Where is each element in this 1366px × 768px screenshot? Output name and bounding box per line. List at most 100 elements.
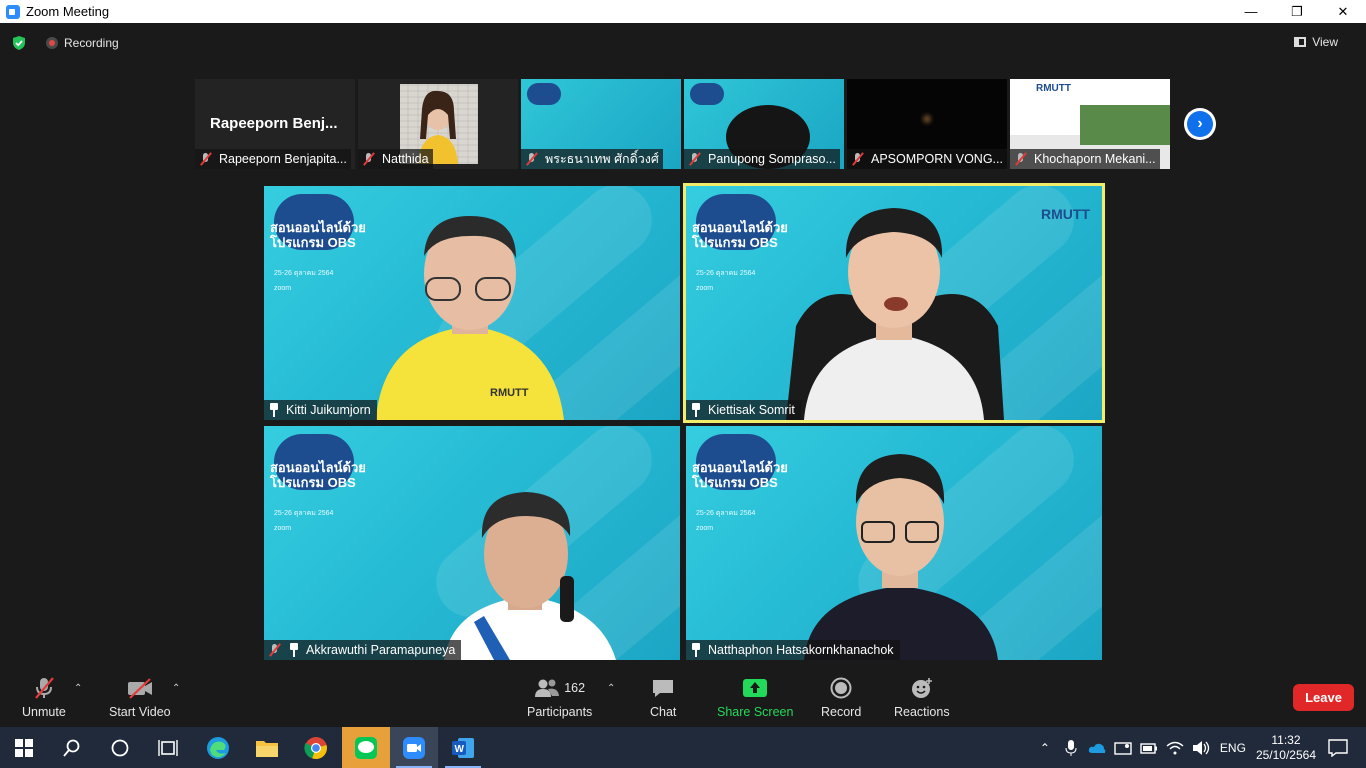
participant-video-kiettisak [786,208,1004,420]
microphone-tray-icon[interactable] [1064,739,1078,756]
participant-video-akkrawuthi [444,492,616,660]
edge-browser-icon [207,736,229,759]
share-screen-button[interactable]: Share Screen [717,675,793,719]
video-tile[interactable]: สอนออนไลน์ด้วย โปรแกรม OBS 25-26 ตุลาคม 2… [264,426,680,660]
video-options-caret[interactable]: ⌃ [172,683,180,694]
next-page-button[interactable]: › [1184,108,1216,140]
video-off-icon [127,678,152,699]
participant-name: Natthaphon Hatsakornkhanachok [708,643,894,657]
restore-button[interactable]: ❐ [1274,0,1320,23]
meeting-area: Recording View Rapeeporn Benj... Rapeepo… [0,23,1366,727]
shirt-brand: RMUTT [490,387,529,399]
security-shield-icon[interactable] [11,35,27,51]
chrome-taskbar-button[interactable] [292,727,340,768]
video-tile[interactable]: สอนออนไลน์ด้วย โปรแกรม OBS 25-26 ตุลาคม 2… [264,186,680,420]
tile-label: Natthaphon Hatsakornkhanachok [686,640,900,660]
chat-label: Chat [650,705,677,719]
muted-mic-icon [362,152,376,166]
volume-icon[interactable] [1192,740,1210,756]
cortana-button[interactable] [96,727,144,768]
window-titlebar: Zoom Meeting — ❐ ✕ [0,0,1366,23]
strip-name: Natthida [382,152,429,166]
chevron-right-icon: › [1187,111,1213,137]
pin-icon [690,643,702,657]
obs-badge-icon [527,83,561,105]
participant-video-natthaphon [804,454,998,660]
svg-text:W: W [455,744,465,755]
strip-label: Natthida [358,149,433,169]
strip-label: Rapeeporn Benjapita... [195,149,351,169]
taskbar-clock[interactable]: 11:32 25/10/2564 [1256,733,1316,763]
unmute-button[interactable]: Unmute [22,675,66,719]
participant-video-kitti: RMUTT [376,216,564,420]
participant-count: 162 [564,681,586,695]
tile-label: Kitti Juikumjorn [264,400,377,420]
participant-name: Kiettisak Somrit [708,403,795,417]
record-button[interactable]: Record [821,675,861,719]
view-grid-icon [1294,37,1307,47]
input-language[interactable]: ENG [1220,741,1246,755]
strip-tile[interactable]: Natthida [358,79,518,169]
minimize-button[interactable]: — [1228,0,1274,23]
participants-label: Participants [527,705,593,719]
strip-tile[interactable]: RMUTT Khochaporn Mekani... [1010,79,1170,169]
strip-tile[interactable]: Panupong Somprasо... [684,79,844,169]
notifications-icon[interactable] [1328,738,1348,757]
reactions-button[interactable]: Reactions [894,675,950,719]
strip-name: Khochaporn Mekani... [1034,152,1156,166]
wifi-icon[interactable] [1166,741,1184,755]
meeting-toolbar: Unmute ⌃ Start Video ⌃ 162 Participants … [0,669,1366,727]
window-title: Zoom Meeting [26,4,110,19]
zoom-taskbar-button[interactable] [390,727,438,768]
participants-button[interactable]: 162 Participants [527,675,592,719]
show-hidden-icons-chevron-up-icon[interactable]: ⌃ [1040,741,1050,755]
windows-logo-icon [15,738,33,757]
strip-tile[interactable]: Rapeeporn Benj... Rapeeporn Benjapita... [195,79,355,169]
file-explorer-taskbar-button[interactable] [243,727,291,768]
start-video-label: Start Video [109,705,171,719]
search-icon [63,739,80,757]
clock-date: 25/10/2564 [1255,747,1316,762]
system-tray: ⌃ ENG 11:32 25/10/2564 [1040,727,1366,768]
record-icon [830,677,852,699]
video-tile-active-speaker[interactable]: สอนออนไลน์ด้วย โปรแกรม OBS 25-26 ตุลาคม 2… [683,183,1105,423]
rmutt-brand: RMUTT [1036,83,1071,94]
device-tray-icon[interactable] [1114,740,1132,756]
muted-mic-icon [688,152,702,166]
muted-mic-icon [1014,152,1028,166]
strip-tile[interactable]: พระธนาเทพ ศักดิ์วงศ์ [521,79,681,169]
muted-mic-icon [199,152,213,166]
recording-indicator[interactable]: Recording [46,36,119,50]
close-button[interactable]: ✕ [1320,0,1366,23]
window-controls: — ❐ ✕ [1228,0,1366,23]
word-taskbar-button[interactable]: W [439,727,487,768]
zoom-app-icon [403,736,425,759]
battery-icon[interactable] [1140,741,1158,755]
video-tile[interactable]: สอนออนไลน์ด้วย โปรแกรม OBS 25-26 ตุลาคม 2… [686,426,1102,660]
leave-button[interactable]: Leave [1293,684,1354,711]
strip-tile[interactable]: APSOMPORN VONG... [847,79,1007,169]
strip-name: พระธนาเทพ ศักดิ์วงศ์ [545,152,659,166]
view-label: View [1312,35,1338,49]
cortana-circle-icon [111,739,129,756]
dim-light-spot [923,115,931,123]
line-taskbar-button[interactable] [342,727,390,768]
pin-icon [690,403,702,417]
start-video-button[interactable]: Start Video [109,675,171,719]
tile-label: Kiettisak Somrit [686,400,801,420]
start-button[interactable] [0,727,48,768]
audio-options-caret[interactable]: ⌃ [74,683,82,694]
share-screen-icon [743,679,768,697]
search-button[interactable] [48,727,96,768]
chat-icon [653,680,674,697]
participant-strip: Rapeeporn Benj... Rapeeporn Benjapita...… [195,79,1170,169]
onedrive-cloud-icon[interactable] [1088,742,1106,754]
task-view-button[interactable] [144,727,192,768]
participants-options-caret[interactable]: ⌃ [607,683,615,694]
view-button[interactable]: View [1294,35,1338,49]
chrome-browser-icon [304,736,327,759]
windows-taskbar: W ⌃ ENG 11:32 25/10/2564 [0,727,1366,768]
edge-taskbar-button[interactable] [194,727,242,768]
recording-dot-icon [46,37,58,49]
chat-button[interactable]: Chat [650,675,676,719]
